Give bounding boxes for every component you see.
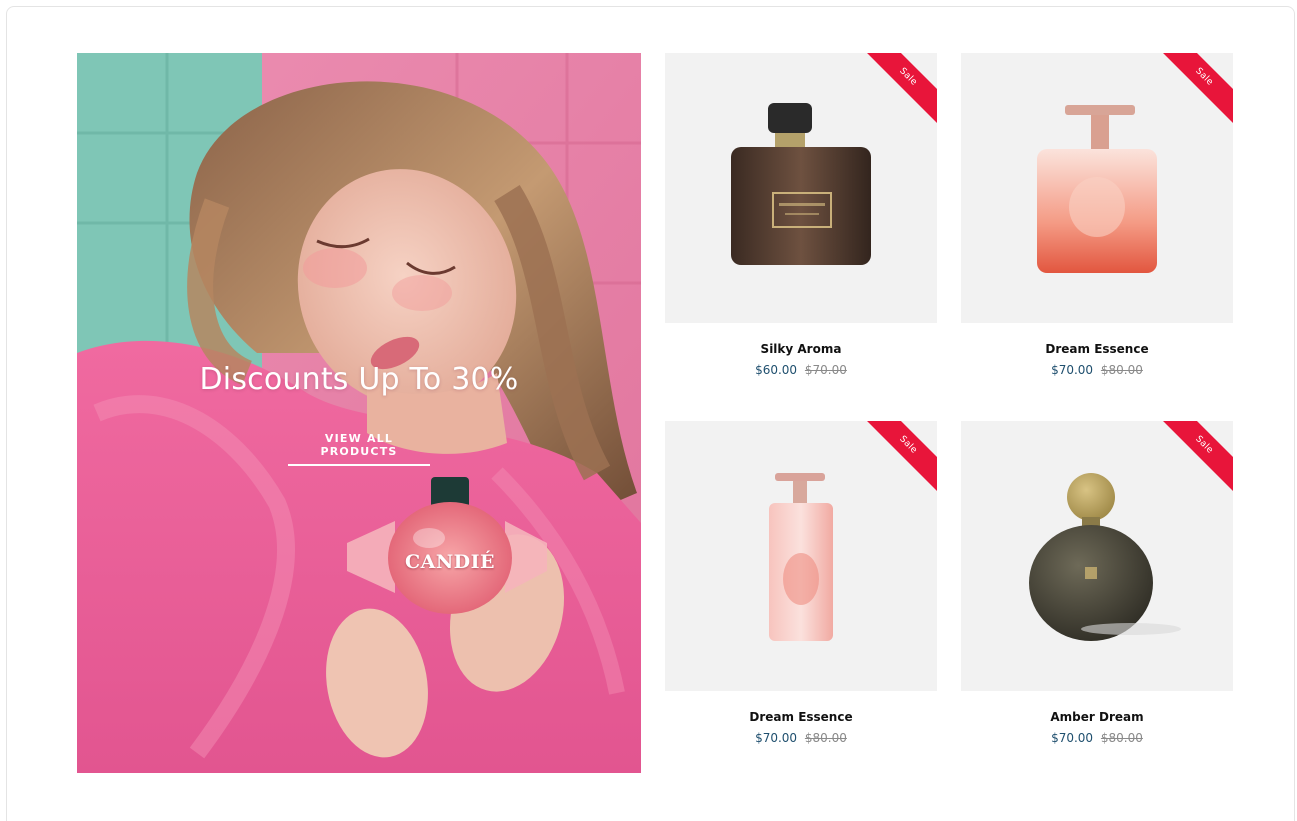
product-prices: $70.00 $80.00 xyxy=(961,363,1233,377)
product-card[interactable]: Sale Amber Dream $70.00 $80.00 xyxy=(961,421,1233,745)
hero-image xyxy=(77,53,641,773)
product-card[interactable]: Sale Dream Essence $70.00 $80.00 xyxy=(961,53,1233,377)
brown-square-bottle-icon xyxy=(731,103,871,265)
hero-title: Discounts Up To 30% xyxy=(199,362,519,397)
original-price: $80.00 xyxy=(804,731,847,745)
product-prices: $70.00 $80.00 xyxy=(961,731,1233,745)
original-price: $80.00 xyxy=(1100,363,1143,377)
product-image[interactable]: Sale xyxy=(961,53,1233,323)
product-card[interactable]: Sale Silky Aroma $60.00 $70.00 xyxy=(665,53,937,377)
current-price: $70.00 xyxy=(1051,731,1094,745)
hero-banner[interactable]: Discounts Up To 30% VIEW ALL PRODUCTS CA… xyxy=(77,53,641,773)
product-prices: $70.00 $80.00 xyxy=(665,731,937,745)
view-all-products-link[interactable]: VIEW ALL PRODUCTS xyxy=(288,432,430,466)
current-price: $60.00 xyxy=(755,363,798,377)
current-price: $70.00 xyxy=(1051,363,1094,377)
current-price: $70.00 xyxy=(755,731,798,745)
product-card[interactable]: Sale Dream Essence $70.00 $80.00 xyxy=(665,421,937,745)
original-price: $80.00 xyxy=(1100,731,1143,745)
coral-square-bottle-icon xyxy=(1037,105,1157,273)
tall-pink-bottle-icon xyxy=(769,473,833,641)
product-prices: $60.00 $70.00 xyxy=(665,363,937,377)
product-image[interactable]: Sale xyxy=(665,421,937,691)
product-name[interactable]: Dream Essence xyxy=(961,342,1233,356)
product-name[interactable]: Silky Aroma xyxy=(665,342,937,356)
product-name[interactable]: Amber Dream xyxy=(961,710,1233,724)
round-olive-bottle-icon xyxy=(1029,473,1181,641)
candy-bottle-label: CANDIÉ xyxy=(404,551,496,573)
product-image[interactable]: Sale xyxy=(665,53,937,323)
product-name[interactable]: Dream Essence xyxy=(665,710,937,724)
product-image[interactable]: Sale xyxy=(961,421,1233,691)
original-price: $70.00 xyxy=(804,363,847,377)
